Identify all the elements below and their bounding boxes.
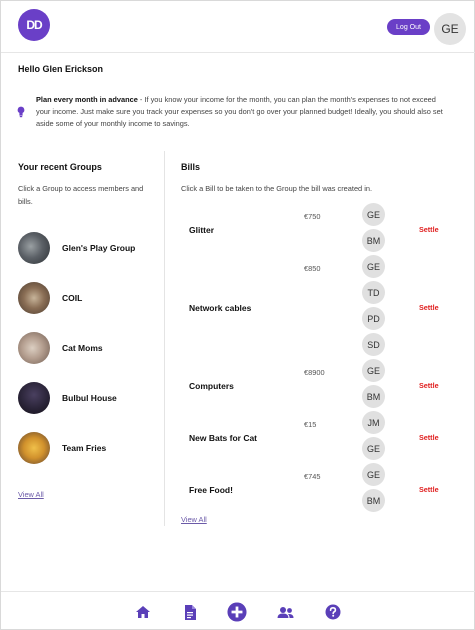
app-logo[interactable]: DD bbox=[18, 9, 50, 41]
bill-name[interactable]: Free Food! bbox=[189, 485, 233, 495]
member-avatar: TD bbox=[362, 281, 385, 304]
group-name: COIL bbox=[62, 293, 83, 303]
settle-button[interactable]: Settle bbox=[419, 433, 439, 442]
bill-amount: €850 bbox=[304, 264, 321, 273]
bills-title: Bills bbox=[181, 162, 201, 172]
member-avatar: PD bbox=[362, 307, 385, 330]
member-avatar: BM bbox=[362, 385, 385, 408]
member-avatar: GE bbox=[362, 359, 385, 382]
bill-name[interactable]: Network cables bbox=[189, 303, 251, 313]
member-avatar: SD bbox=[362, 333, 385, 356]
header: DD Log Out GE bbox=[1, 1, 475, 53]
bill-amount: €15 bbox=[304, 420, 317, 429]
group-name: Bulbul House bbox=[62, 393, 117, 403]
groups-view-all-link[interactable]: View All bbox=[18, 490, 44, 499]
group-avatar bbox=[18, 232, 50, 264]
bottom-nav bbox=[1, 591, 475, 630]
user-avatar[interactable]: GE bbox=[434, 13, 466, 45]
column-divider bbox=[164, 151, 165, 526]
tip-heading: Plan every month in advance bbox=[36, 95, 138, 104]
member-avatar: GE bbox=[362, 463, 385, 486]
home-icon[interactable] bbox=[133, 602, 153, 622]
group-avatar bbox=[18, 432, 50, 464]
groups-title: Your recent Groups bbox=[18, 162, 102, 172]
member-avatar: GE bbox=[362, 255, 385, 278]
settle-button[interactable]: Settle bbox=[419, 381, 439, 390]
document-icon[interactable] bbox=[180, 602, 200, 622]
group-item[interactable]: Team Fries bbox=[18, 432, 158, 464]
group-item[interactable]: Glen's Play Group bbox=[18, 232, 158, 264]
groups-subtitle: Click a Group to access members and bill… bbox=[18, 184, 144, 206]
bill-name[interactable]: Computers bbox=[189, 381, 234, 391]
group-avatar bbox=[18, 332, 50, 364]
bills-view-all-link[interactable]: View All bbox=[181, 515, 207, 524]
bill-amount: €750 bbox=[304, 212, 321, 221]
bill-amount: €8900 bbox=[304, 368, 325, 377]
budget-tip: Plan every month in advance - If you kno… bbox=[36, 94, 448, 130]
group-item[interactable]: Bulbul House bbox=[18, 382, 158, 414]
add-icon[interactable] bbox=[227, 602, 247, 622]
greeting: Hello Glen Erickson bbox=[18, 64, 104, 74]
group-name: Glen's Play Group bbox=[62, 243, 136, 253]
app-frame: DD Log Out GE Hello Glen Erickson Plan e… bbox=[0, 0, 475, 630]
bill-name[interactable]: New Bats for Cat bbox=[189, 433, 257, 443]
group-name: Cat Moms bbox=[62, 343, 103, 353]
bill-amount: €745 bbox=[304, 472, 321, 481]
group-item[interactable]: COIL bbox=[18, 282, 158, 314]
lightbulb-icon bbox=[17, 106, 25, 118]
logout-button[interactable]: Log Out bbox=[387, 19, 430, 35]
member-avatar: GE bbox=[362, 203, 385, 226]
group-item[interactable]: Cat Moms bbox=[18, 332, 158, 364]
member-avatar: BM bbox=[362, 489, 385, 512]
bills-subtitle: Click a Bill to be taken to the Group th… bbox=[181, 184, 373, 193]
settle-button[interactable]: Settle bbox=[419, 485, 439, 494]
help-icon[interactable] bbox=[323, 602, 343, 622]
group-avatar bbox=[18, 382, 50, 414]
group-avatar bbox=[18, 282, 50, 314]
member-avatar: BM bbox=[362, 229, 385, 252]
group-name: Team Fries bbox=[62, 443, 107, 453]
bill-name[interactable]: Glitter bbox=[189, 225, 214, 235]
settle-button[interactable]: Settle bbox=[419, 303, 439, 312]
member-avatar: JM bbox=[362, 411, 385, 434]
member-avatar: GE bbox=[362, 437, 385, 460]
settle-button[interactable]: Settle bbox=[419, 225, 439, 234]
users-icon[interactable] bbox=[275, 602, 295, 622]
